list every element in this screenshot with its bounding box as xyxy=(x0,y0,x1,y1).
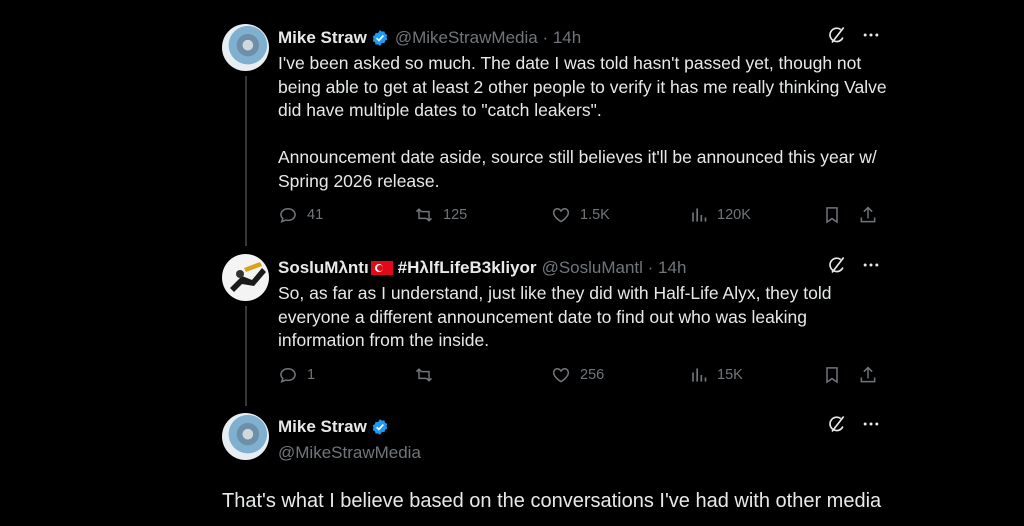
tweet-top-icons xyxy=(826,413,882,435)
tweet-actions: 1 256 15K xyxy=(278,364,882,386)
tweet-header: SosluMλntı #HλlfLifeB3kliyor @SosluMantl… xyxy=(278,258,686,278)
avatar[interactable] xyxy=(222,24,269,71)
repost-icon xyxy=(414,365,434,385)
grok-icon[interactable] xyxy=(826,413,848,435)
views-icon xyxy=(688,365,708,385)
more-icon[interactable] xyxy=(860,413,882,435)
like-button[interactable]: 1.5K xyxy=(551,204,610,226)
bookmark-button[interactable] xyxy=(822,364,842,386)
views-button[interactable]: 15K xyxy=(688,364,743,386)
repost-button[interactable] xyxy=(414,364,443,386)
grok-icon[interactable] xyxy=(826,24,848,46)
separator-dot: · xyxy=(537,28,553,47)
avatar[interactable] xyxy=(222,254,269,301)
reply-icon xyxy=(278,365,298,385)
views-count: 15K xyxy=(717,367,743,383)
tweet-mike-straw[interactable]: Mike Straw @MikeStrawMedia · 14h I've be… xyxy=(222,24,887,246)
bookmark-icon xyxy=(822,365,842,385)
tweet-text: I've been asked so much. The date I was … xyxy=(278,53,887,191)
timestamp[interactable]: 14h xyxy=(553,28,581,48)
author-handle[interactable]: @MikeStrawMedia xyxy=(278,443,421,463)
tweet-actions: 41 125 1.5K 120K xyxy=(278,204,882,226)
more-icon[interactable] xyxy=(860,24,882,46)
share-icon xyxy=(858,365,878,385)
reply-count: 41 xyxy=(307,207,324,223)
repost-icon xyxy=(414,205,434,225)
turkey-flag-icon xyxy=(370,261,393,275)
thread-line xyxy=(245,306,247,406)
reply-count: 1 xyxy=(307,367,316,383)
grok-icon[interactable] xyxy=(826,254,848,276)
avatar[interactable] xyxy=(222,413,269,460)
like-button[interactable]: 256 xyxy=(551,364,604,386)
separator-dot: · xyxy=(642,258,659,277)
repost-button[interactable]: 125 xyxy=(414,204,467,226)
like-icon xyxy=(551,205,571,225)
views-icon xyxy=(688,205,708,225)
reply-icon xyxy=(278,205,298,225)
tweet-top-icons xyxy=(826,254,882,276)
bookmark-icon xyxy=(822,205,842,225)
author-handle[interactable]: @MikeStrawMedia xyxy=(395,28,538,48)
main-tweet[interactable]: Mike Straw @MikeStrawMedia That's what I… xyxy=(222,413,882,526)
reply-button[interactable]: 41 xyxy=(278,204,323,226)
tweet-top-icons xyxy=(826,24,882,46)
author-name[interactable]: SosluMλntı xyxy=(278,258,369,278)
verified-badge-icon xyxy=(371,29,389,47)
share-icon xyxy=(858,205,878,225)
main-tweet-header: Mike Straw @MikeStrawMedia xyxy=(278,417,421,463)
tweet-text: So, as far as I understand, just like th… xyxy=(278,283,832,350)
share-button[interactable] xyxy=(858,204,878,226)
views-count: 120K xyxy=(717,207,751,223)
author-hashtag[interactable]: #HλlfLifeB3kliyor xyxy=(398,258,537,278)
timestamp[interactable]: 14h xyxy=(658,258,686,278)
tweet-soslumantl[interactable]: SosluMλntı #HλlfLifeB3kliyor @SosluMantl… xyxy=(222,254,882,406)
avatar-image xyxy=(230,262,266,292)
bookmark-button[interactable] xyxy=(822,204,842,226)
thread-line xyxy=(245,76,247,246)
verified-badge-icon xyxy=(371,418,389,436)
main-tweet-text: That's what I believe based on the conve… xyxy=(222,490,882,512)
like-icon xyxy=(551,365,571,385)
more-icon[interactable] xyxy=(860,254,882,276)
author-name[interactable]: Mike Straw xyxy=(278,417,367,437)
tweet-header: Mike Straw @MikeStrawMedia · 14h xyxy=(278,28,581,48)
author-name[interactable]: Mike Straw xyxy=(278,28,367,48)
like-count: 1.5K xyxy=(580,207,610,223)
repost-count: 125 xyxy=(443,207,468,223)
author-handle[interactable]: @SosluMantl xyxy=(542,258,643,278)
like-count: 256 xyxy=(580,367,605,383)
share-button[interactable] xyxy=(858,364,878,386)
views-button[interactable]: 120K xyxy=(688,204,751,226)
reply-button[interactable]: 1 xyxy=(278,364,315,386)
